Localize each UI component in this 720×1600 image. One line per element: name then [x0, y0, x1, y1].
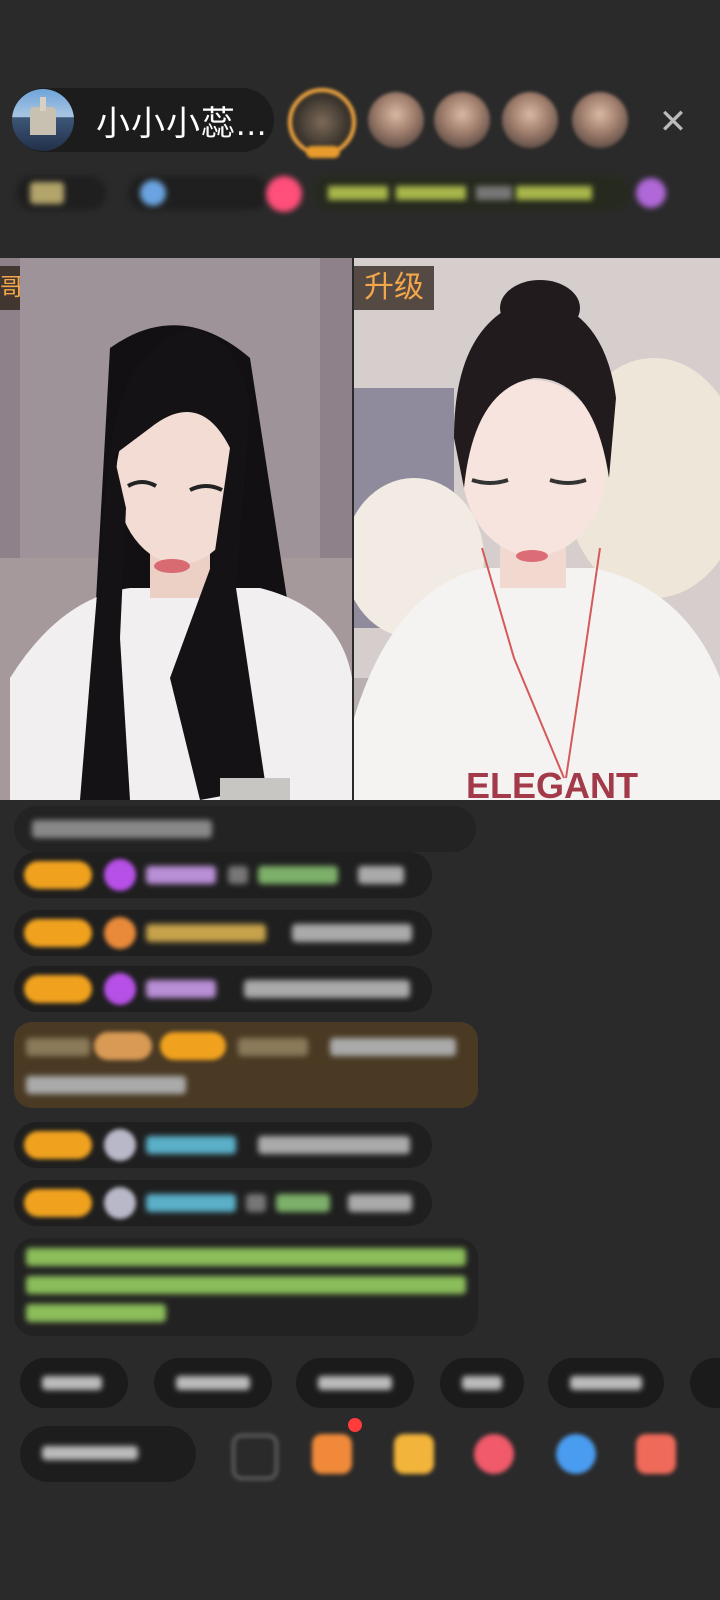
- chat-message[interactable]: [14, 1180, 432, 1226]
- quick-reply-chip-1[interactable]: [20, 1358, 128, 1408]
- treasure-icon[interactable]: [394, 1434, 434, 1474]
- host-name[interactable]: 小小小蕊...: [96, 96, 267, 145]
- chat-message[interactable]: [14, 966, 432, 1012]
- message-icon[interactable]: [556, 1434, 596, 1474]
- quick-reply-chip-4[interactable]: [440, 1358, 524, 1408]
- right-video-tag: 升级: [354, 266, 434, 310]
- gift-icon[interactable]: [636, 1434, 676, 1474]
- heart-icon[interactable]: [266, 176, 302, 212]
- shirt-print-text: ELEGANT: [466, 765, 638, 800]
- chat-message[interactable]: [14, 910, 432, 956]
- host-avatar[interactable]: [12, 89, 74, 151]
- notification-dot: [348, 1418, 362, 1432]
- top-viewer-avatar-5[interactable]: [572, 92, 628, 148]
- chat-input[interactable]: [20, 1426, 196, 1482]
- quick-reply-chip-3[interactable]: [296, 1358, 414, 1408]
- quick-reply-chip-6[interactable]: [690, 1358, 720, 1408]
- quick-reply-chip-5[interactable]: [548, 1358, 664, 1408]
- chat-message[interactable]: [14, 1122, 432, 1168]
- left-video-feed[interactable]: 哥: [0, 258, 352, 800]
- chat-message[interactable]: [14, 806, 476, 852]
- top-viewer-avatar-4[interactable]: [502, 92, 558, 148]
- chat-message[interactable]: [14, 852, 432, 898]
- gift-box-icon[interactable]: [312, 1434, 352, 1474]
- emoji-icon[interactable]: [232, 1434, 278, 1480]
- quick-reply-chip-2[interactable]: [154, 1358, 272, 1408]
- room-info-bar: [16, 168, 686, 218]
- left-streamer-image: [0, 258, 352, 800]
- gift-icon[interactable]: [636, 178, 666, 208]
- right-streamer-image: ELEGANT: [354, 258, 720, 800]
- chat-message-highlighted[interactable]: [14, 1022, 478, 1108]
- host-info-pill[interactable]: 小小小蕊...: [12, 88, 274, 152]
- interaction-icon[interactable]: [474, 1434, 514, 1474]
- system-notice: [14, 1238, 478, 1336]
- top-viewer-avatar-1[interactable]: [288, 88, 356, 158]
- right-video-feed[interactable]: ELEGANT 升级: [354, 258, 720, 800]
- left-video-tag: 哥: [0, 266, 20, 310]
- top-viewer-avatar-2[interactable]: [368, 92, 424, 148]
- top-viewer-avatar-3[interactable]: [434, 92, 490, 148]
- top-bar: 小小小蕊... ✕: [0, 84, 720, 158]
- close-icon[interactable]: ✕: [652, 102, 694, 144]
